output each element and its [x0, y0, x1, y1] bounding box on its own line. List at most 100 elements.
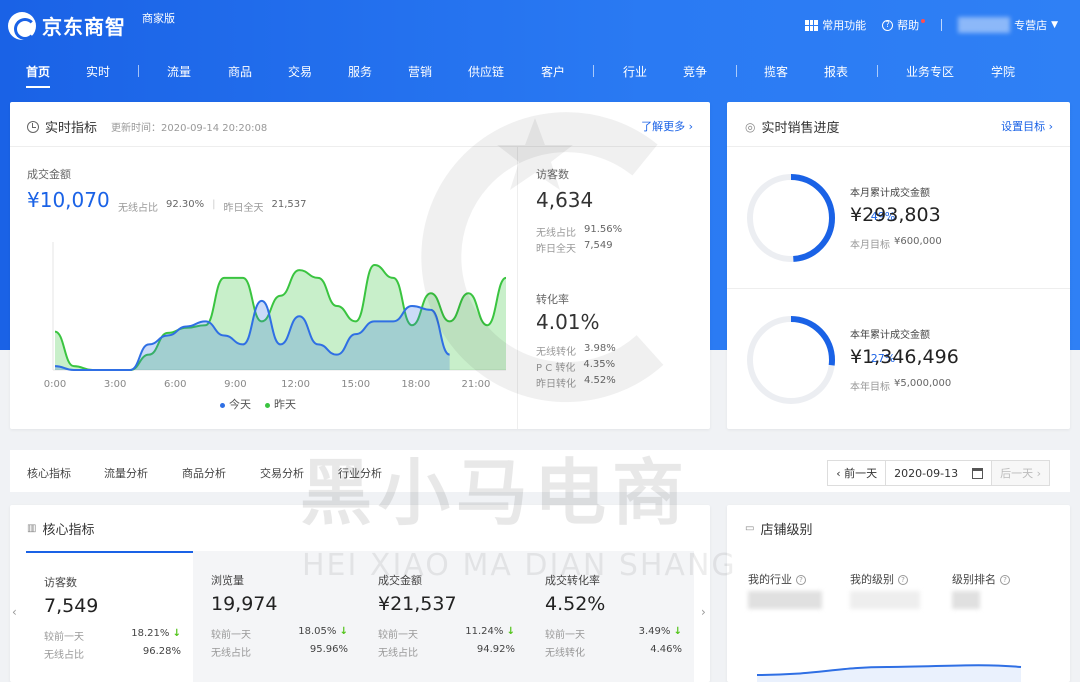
label: 无线占比 — [536, 228, 576, 239]
value: 91.56% — [584, 224, 623, 235]
conv-pc: P C 转化 4.35% — [536, 359, 615, 374]
gmv-value: ¥10,070 — [27, 188, 110, 212]
value: 3.98% — [584, 343, 616, 354]
notification-dot — [921, 19, 926, 23]
common-functions-label: 常用功能 — [822, 19, 867, 32]
nav-competition[interactable]: 竞争 — [683, 63, 707, 80]
metric-share: 无线占比 95.96% — [211, 644, 348, 659]
month-label: 本月累计成交金额 — [850, 188, 930, 199]
metric-change: 较前一天 18.05% ↓ — [211, 626, 348, 641]
store-suffix: 专营店 — [1014, 19, 1048, 32]
value: 7,549 — [584, 240, 613, 251]
value: 96.28% — [142, 646, 181, 657]
industry-blurred — [748, 591, 822, 609]
nav-home[interactable]: 首页 — [26, 63, 51, 88]
metric-value: 19,974 — [211, 593, 278, 615]
header-divider — [941, 19, 943, 31]
label: 无线转化 — [536, 347, 576, 358]
nav-realtime[interactable]: 实时 — [86, 63, 110, 80]
common-functions-button[interactable]: 常用功能 — [805, 17, 866, 33]
value: 94.92% — [476, 644, 515, 655]
nav-industry[interactable]: 行业 — [623, 63, 647, 80]
arrow-down-icon: ↓ — [339, 626, 348, 637]
help-label: 帮助 — [897, 19, 920, 32]
month-value: ¥293,803 — [850, 204, 941, 226]
tab-trade-analysis[interactable]: 交易分析 — [260, 465, 304, 481]
nav-divider — [138, 65, 139, 77]
legend-dot-yesterday — [265, 402, 270, 408]
prev-day-button[interactable]: ‹ 前一天 — [828, 461, 887, 485]
tab-core-metrics[interactable]: 核心指标 — [27, 465, 71, 481]
nav-reports[interactable]: 报表 — [824, 63, 848, 80]
value: 11.24% — [465, 626, 504, 637]
arrow-down-icon: ↓ — [506, 626, 515, 637]
nav-divider — [736, 65, 737, 77]
label: 较前一天 — [44, 632, 84, 643]
nav-marketing[interactable]: 营销 — [408, 63, 432, 80]
arrow-down-icon: ↓ — [172, 628, 181, 639]
my-level-label: 我的级别? — [850, 571, 908, 587]
nav-supply-chain[interactable]: 供应链 — [468, 63, 504, 80]
logo-text: 京东商智 — [42, 15, 126, 39]
nav-academy[interactable]: 学院 — [991, 63, 1015, 80]
nav-customer[interactable]: 客户 — [541, 63, 565, 80]
divider — [10, 146, 710, 147]
value: 18.05% — [298, 626, 337, 637]
edition-badge: 商家版 — [142, 12, 175, 25]
label: 较前一天 — [211, 630, 251, 641]
tab-traffic-analysis[interactable]: 流量分析 — [104, 465, 148, 481]
chevron-left-icon[interactable]: ‹ — [12, 605, 17, 619]
question-icon[interactable]: ? — [796, 575, 806, 585]
chevron-right-icon[interactable]: › — [701, 605, 706, 619]
divider — [517, 146, 518, 429]
target-icon: ◎ — [745, 119, 756, 134]
date-field[interactable]: 2020-09-13 — [886, 461, 993, 485]
nav-acquire[interactable]: 揽客 — [764, 63, 788, 80]
metric-change: 较前一天 11.24% ↓ — [378, 626, 515, 641]
value: 95.96% — [309, 644, 348, 655]
visitors-value: 4,634 — [536, 188, 594, 212]
nav-product[interactable]: 商品 — [228, 63, 252, 80]
metric-share: 无线转化 4.46% — [545, 644, 682, 659]
x-tick-label: 3:00 — [104, 379, 126, 390]
yesterday-label: 昨日全天 — [223, 203, 264, 214]
sales-progress-card: ◎ 实时销售进度 设置目标 › 49% 本月累计成交金额 ¥293,803 本月… — [727, 102, 1070, 429]
update-time: 更新时间：2020-09-14 20:20:08 — [111, 123, 268, 134]
logo[interactable]: 京东商智 — [8, 11, 126, 40]
bar-chart-icon: ▥ — [27, 523, 37, 534]
store-level-card: ▭ 店铺级别 我的行业? 我的级别? 级别排名? — [727, 505, 1070, 682]
metric-conversion[interactable]: 成交转化率 4.52% 较前一天 3.49% ↓ 无线转化 4.46% — [527, 551, 694, 682]
set-goal-link[interactable]: 设置目标 › — [1001, 118, 1053, 134]
nav-traffic[interactable]: 流量 — [167, 63, 191, 80]
question-icon[interactable]: ? — [1000, 575, 1010, 585]
nav-business-zone[interactable]: 业务专区 — [906, 63, 954, 80]
store-menu[interactable]: 专营店 ▼ — [958, 17, 1058, 33]
metric-visitors[interactable]: 访客数 7,549 较前一天 18.21% ↓ 无线占比 96.28% — [26, 551, 193, 682]
store-level-title: ▭ 店铺级别 — [745, 519, 812, 538]
x-tick-label: 9:00 — [224, 379, 246, 390]
metric-value: ¥21,537 — [378, 593, 457, 615]
conv-yesterday: 昨日转化 4.52% — [536, 375, 616, 390]
level-rank-label: 级别排名? — [952, 571, 1010, 587]
x-tick-label: 21:00 — [462, 379, 491, 390]
learn-more-link[interactable]: 了解更多 › — [641, 118, 693, 134]
help-button[interactable]: ? 帮助 — [882, 17, 926, 33]
realtime-title-text: 实时指标 — [45, 121, 98, 136]
core-title-text: 核心指标 — [42, 523, 95, 538]
metric-pageviews[interactable]: 浏览量 19,974 较前一天 18.05% ↓ 无线占比 95.96% — [193, 551, 360, 682]
metric-label: 访客数 — [44, 576, 77, 589]
legend-yesterday[interactable]: 昨天 — [265, 396, 296, 412]
tab-product-analysis[interactable]: 商品分析 — [182, 465, 226, 481]
nav-service[interactable]: 服务 — [348, 63, 372, 80]
question-icon[interactable]: ? — [898, 575, 908, 585]
month-donut-ring — [747, 174, 835, 262]
nav-trade[interactable]: 交易 — [288, 63, 312, 80]
tab-industry-analysis[interactable]: 行业分析 — [338, 465, 382, 481]
date-picker: ‹ 前一天 2020-09-13 后一天 › — [827, 460, 1050, 486]
jd-logo-icon — [8, 11, 36, 40]
metric-gmv[interactable]: 成交金额 ¥21,537 较前一天 11.24% ↓ 无线占比 94.92% — [360, 551, 527, 682]
arrow-down-icon: ↓ — [673, 626, 682, 637]
metric-change: 较前一天 3.49% ↓ — [545, 626, 682, 641]
next-day-button[interactable]: 后一天 › — [992, 461, 1049, 485]
legend-today[interactable]: 今天 — [220, 396, 251, 412]
